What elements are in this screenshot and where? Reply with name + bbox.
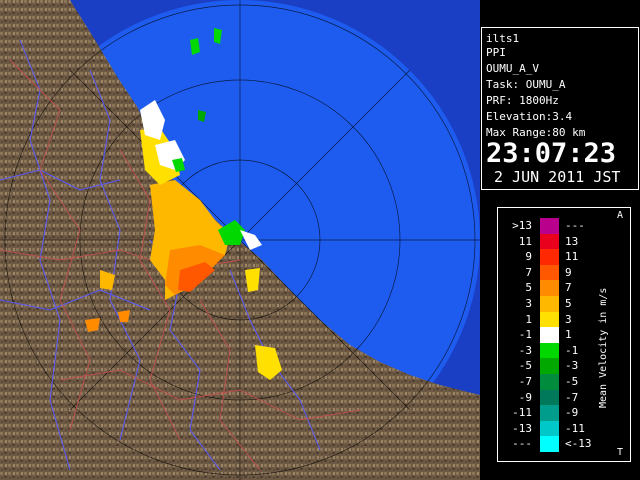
legend-label-right: --- <box>565 219 585 232</box>
legend-label-right: -9 <box>565 406 579 420</box>
legend-label-left: -13 <box>512 421 532 435</box>
legend-label-right: -5 <box>565 375 579 388</box>
radar-map <box>0 0 480 480</box>
legend-label-left: -1 <box>518 328 532 342</box>
legend-label-left: --- <box>512 437 532 451</box>
legend-label-right: 3 <box>565 312 572 326</box>
legend-label-left: -3 <box>518 343 532 357</box>
scan-time: 23:07:23 <box>486 138 617 169</box>
info-panel: ilts1 PPI OUMU_A_V Task: OUMU_A PRF: 180… <box>481 27 639 190</box>
legend-swatch <box>540 264 559 281</box>
legend-swatch <box>540 218 559 234</box>
legend-label-left: >13 <box>512 219 532 232</box>
legend-swatch <box>540 280 559 296</box>
scan-type: PPI <box>486 46 506 59</box>
legend-swatch <box>540 374 559 390</box>
legend-label-left: -11 <box>512 406 532 420</box>
legend-swatch <box>540 342 559 359</box>
legend-label-right: 9 <box>565 265 572 279</box>
legend-swatch <box>540 420 559 437</box>
legend-swatch <box>540 389 559 406</box>
legend-swatch <box>540 249 559 265</box>
scan-date: 2 JUN 2011 JST <box>494 168 621 186</box>
legend-label-right: 11 <box>565 250 579 264</box>
legend-label-left: 7 <box>525 265 532 279</box>
legend-label-left: -9 <box>518 390 532 404</box>
velocity-legend: A T Mean Velocity in m/s >13 --- 11 13 9 11 7 9… <box>497 207 631 462</box>
legend-label-right: 13 <box>565 234 579 248</box>
legend-title: Mean Velocity in m/s <box>598 287 609 408</box>
legend-label-right: 7 <box>565 281 572 295</box>
legend-swatch <box>540 311 559 328</box>
task-name: Task: OUMU_A <box>486 78 566 91</box>
legend-label-right: -7 <box>565 390 579 404</box>
legend-label-left: 1 <box>525 312 532 326</box>
legend-label-left: 5 <box>525 281 532 295</box>
legend-swatch <box>540 296 559 312</box>
legend-label-right: -1 <box>565 343 579 357</box>
legend-label-left: 9 <box>525 250 532 264</box>
prf-value: PRF: 1800Hz <box>486 94 559 107</box>
station-name: ilts1 <box>486 32 520 45</box>
legend-swatch <box>540 358 559 374</box>
legend-label-left: 3 <box>525 297 532 310</box>
product-name: OUMU_A_V <box>486 62 539 75</box>
legend-label-left: 11 <box>518 234 532 248</box>
elevation-value: Elevation:3.4 <box>486 110 573 123</box>
legend-swatch <box>540 436 559 452</box>
legend-swatch <box>540 233 559 250</box>
legend-label-right: 5 <box>565 297 572 310</box>
legend-label-left: -5 <box>518 359 532 373</box>
legend-swatch <box>540 405 559 421</box>
legend-label-right: -3 <box>565 359 579 373</box>
legend-label-left: -7 <box>518 375 532 388</box>
legend-corner-top: A <box>617 210 624 221</box>
legend-swatch <box>540 327 559 343</box>
legend-label-right: <-13 <box>565 437 592 451</box>
legend-corner-bottom: T <box>617 447 624 458</box>
legend-label-right: 1 <box>565 328 572 342</box>
legend-label-right: -11 <box>565 421 585 435</box>
